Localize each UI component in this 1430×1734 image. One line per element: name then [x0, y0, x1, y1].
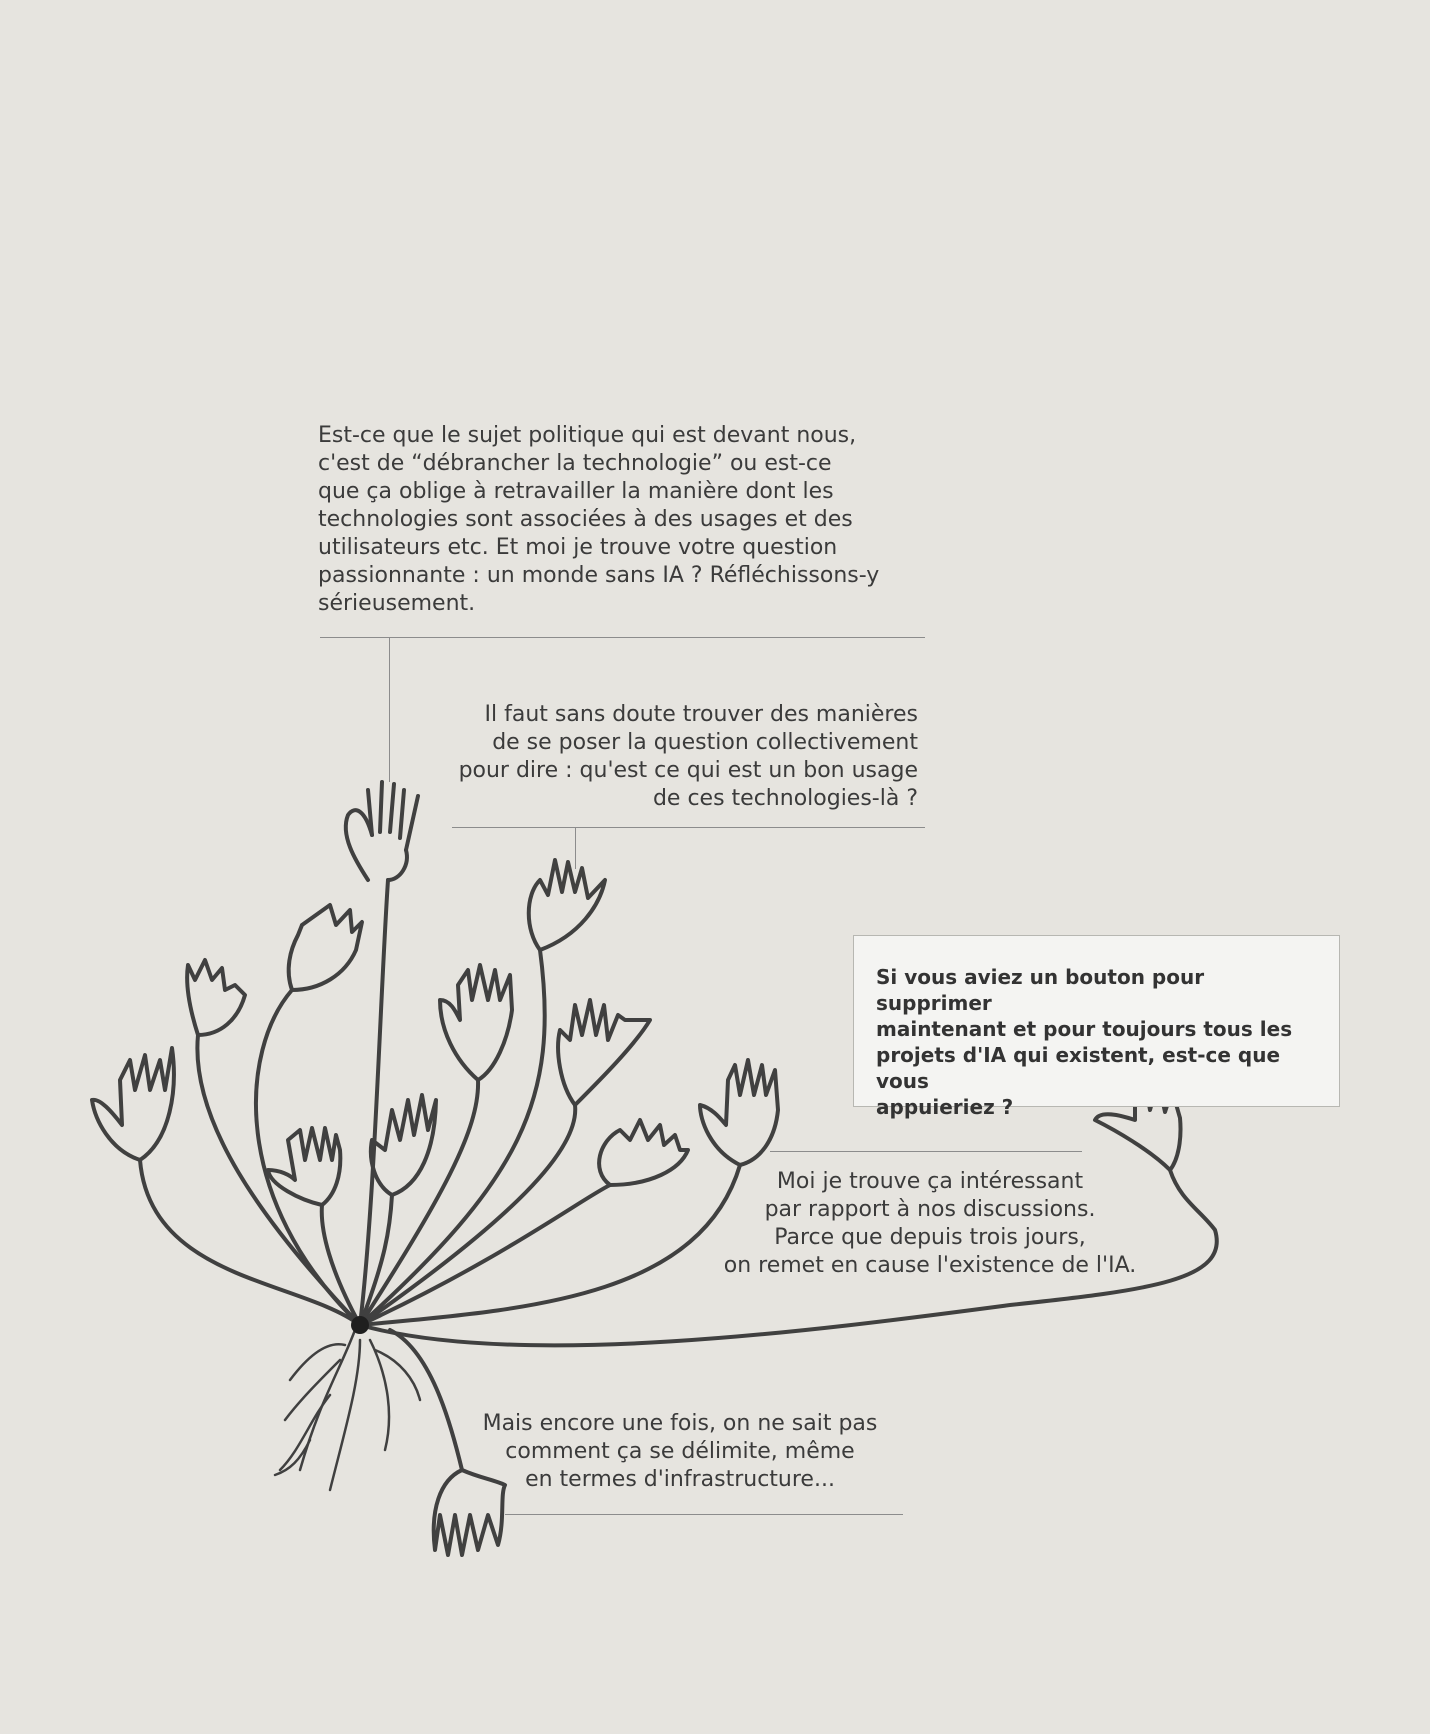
stem: [254, 988, 362, 1327]
quote-3-overline: [770, 1151, 1082, 1152]
quote-infrastructure: Mais encore une fois, on ne sait pas com…: [482, 1411, 878, 1492]
quote-2-connector: [575, 827, 576, 869]
stem: [358, 1183, 612, 1327]
quote-collective-question: Il faut sans doute trouver des manières …: [458, 702, 918, 811]
hand-flower: [438, 963, 514, 1082]
quote-2-underline: [452, 827, 925, 828]
hand-flower: [526, 858, 607, 952]
stem: [388, 1328, 464, 1472]
hand-flower: [698, 1058, 780, 1167]
quote-interesting-discussions: Moi je trouve ça intéressant par rapport…: [723, 1169, 1137, 1278]
hand-flower: [343, 780, 420, 882]
quote-technology-unplug: Est-ce que le sujet politique qui est de…: [318, 423, 880, 616]
hand-flower: [556, 998, 652, 1107]
hand-flower: [90, 1046, 176, 1162]
hand-flower: [266, 1126, 343, 1207]
quote-1-underline: [320, 637, 925, 638]
roots: [273, 1328, 422, 1492]
quote-1-connector: [389, 637, 390, 782]
hand-flower: [597, 1118, 690, 1187]
plant-base: [351, 1316, 369, 1334]
hand-flower: [286, 903, 364, 992]
hand-flower: [185, 958, 247, 1037]
stem: [358, 1163, 742, 1327]
question-text: Si vous aviez un bouton pour supprimer m…: [876, 965, 1293, 1119]
hand-flower: [368, 1093, 438, 1197]
question-box: Si vous aviez un bouton pour supprimer m…: [853, 935, 1340, 1119]
quote-4-underline: [505, 1514, 903, 1515]
